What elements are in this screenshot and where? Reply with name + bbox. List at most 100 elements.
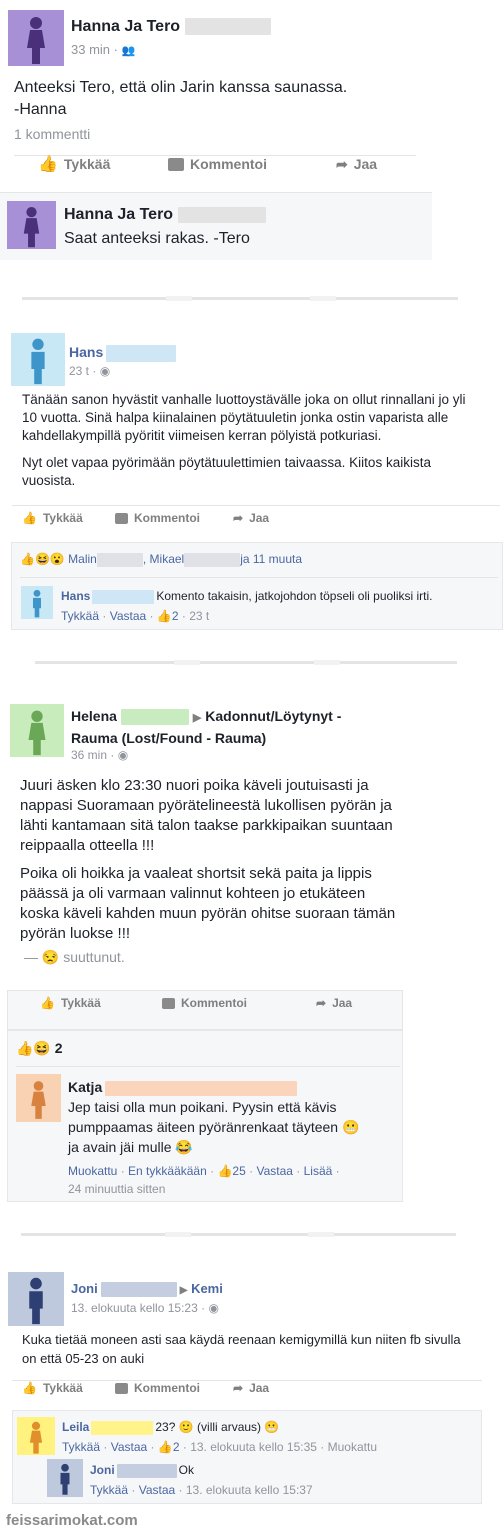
avatar[interactable] bbox=[8, 1272, 64, 1326]
avatar[interactable] bbox=[17, 1417, 55, 1455]
comment-icon bbox=[115, 512, 128, 524]
avatar[interactable] bbox=[8, 10, 64, 66]
comment-like-link[interactable]: Tykkää bbox=[90, 1483, 128, 1497]
comment-icon bbox=[168, 157, 184, 171]
comment-time[interactable]: 23 t bbox=[189, 609, 209, 623]
share-button[interactable]: ➦ Jaa bbox=[233, 511, 269, 525]
avatar[interactable] bbox=[16, 1074, 61, 1122]
author-name[interactable]: Joni ▶ Kemi bbox=[71, 1281, 223, 1298]
person-female-icon bbox=[27, 17, 45, 64]
comment-more-link[interactable]: Lisää bbox=[304, 1164, 333, 1178]
avatar[interactable] bbox=[11, 333, 65, 386]
person-male-icon bbox=[31, 338, 45, 385]
comment-button[interactable]: Kommentoi bbox=[115, 511, 200, 525]
comment-icon bbox=[162, 997, 175, 1009]
comment-author[interactable]: Katja bbox=[68, 1079, 102, 1095]
share-arrow-icon: ➦ bbox=[233, 1381, 244, 1395]
share-arrow-icon: ➦ bbox=[316, 996, 327, 1010]
post-text: Anteeksi Tero, että olin Jarin kanssa sa… bbox=[14, 79, 348, 118]
avatar[interactable] bbox=[10, 704, 64, 757]
comment-author[interactable]: Joni bbox=[90, 1463, 115, 1477]
comment-author: Hans bbox=[61, 589, 91, 603]
feeling: — 😒 suuttunut. bbox=[24, 949, 125, 965]
reply-body: Joni Ok bbox=[90, 1463, 195, 1478]
author-name[interactable]: Hans bbox=[69, 344, 177, 362]
angry-face-icon: 😒 bbox=[41, 949, 60, 965]
laughing-emoji: 😂 bbox=[175, 1139, 193, 1155]
globe-icon: ◉ bbox=[117, 748, 129, 762]
share-button[interactable]: ➦ Jaa bbox=[336, 156, 377, 173]
grin-emoji: 😬 bbox=[341, 1119, 360, 1135]
comment-count[interactable]: 1 kommentti bbox=[14, 126, 90, 142]
author-name[interactable]: Helena ▶ Kadonnut/Löytynyt - Rauma (Lost/… bbox=[71, 706, 361, 748]
like-button[interactable]: 👍 Tykkää bbox=[22, 1381, 83, 1395]
comment-reply-link[interactable]: Vastaa bbox=[139, 1483, 175, 1497]
comment-actions: Tykkää · Vastaa · 👍2 · 23 t bbox=[61, 609, 210, 623]
post-text: Tänään sanon hyvästit vanhalle luottoyst… bbox=[22, 392, 466, 488]
comment-body: Hans Komento takaisin, jatkojohdon töpsel… bbox=[61, 589, 433, 604]
person-male-icon bbox=[33, 589, 41, 618]
person-female-icon bbox=[29, 1421, 43, 1454]
share-arrow-icon: ➦ bbox=[336, 155, 348, 172]
like-button[interactable]: 👍 Tykkää bbox=[38, 154, 110, 174]
edited-label[interactable]: Muokattu bbox=[328, 1440, 377, 1454]
triangle-right-icon: ▶ bbox=[192, 712, 202, 724]
comment-time[interactable]: 24 minuuttia sitten bbox=[68, 1182, 165, 1196]
reply-text: Saat anteeksi rakas. -Tero bbox=[64, 230, 250, 247]
thumbs-up-icon: 👍 bbox=[40, 996, 55, 1010]
friends-icon: 👥 bbox=[121, 45, 136, 57]
comment-button[interactable]: Kommentoi bbox=[168, 156, 267, 172]
comment-button[interactable]: Kommentoi bbox=[115, 1381, 200, 1395]
place-name[interactable]: Kemi bbox=[191, 1281, 223, 1296]
comment-like-link[interactable]: Tykkää bbox=[62, 1440, 100, 1454]
comment-reply-link[interactable]: Vastaa bbox=[110, 609, 146, 623]
thumbs-up-icon: 👍 bbox=[217, 1164, 233, 1178]
avatar[interactable] bbox=[47, 1459, 83, 1497]
reactions-summary[interactable]: 👍😆😮 Malin, Mikael ja 11 muuta bbox=[20, 552, 302, 567]
person-male-icon bbox=[29, 1277, 43, 1325]
comment-time[interactable]: 13. elokuuta kello 15:35 bbox=[190, 1440, 317, 1454]
comment-reply-link[interactable]: Vastaa bbox=[111, 1440, 147, 1454]
post-time[interactable]: 23 t · ◉ bbox=[69, 364, 110, 378]
reply-author[interactable]: Hanna Ja Tero bbox=[64, 206, 266, 224]
reply-actions: Tykkää · Vastaa · 13. elokuuta kello 15:… bbox=[90, 1483, 313, 1497]
comment-button[interactable]: Kommentoi bbox=[162, 996, 247, 1010]
comment-like-link[interactable]: Tykkää bbox=[61, 609, 99, 623]
comment-body: Katja Jep taisi olla mun poikani. Pyysin… bbox=[68, 1079, 360, 1155]
smile-emoji: 🙂 bbox=[178, 1420, 194, 1434]
share-button[interactable]: ➦ Jaa bbox=[233, 1381, 269, 1395]
share-arrow-icon: ➦ bbox=[233, 511, 244, 525]
comment-author[interactable]: Leila bbox=[62, 1420, 89, 1434]
comment-actions: Tykkää · Vastaa · 👍2 · 13. elokuuta kell… bbox=[62, 1440, 377, 1454]
globe-icon: ◉ bbox=[208, 1301, 219, 1315]
avatar[interactable] bbox=[7, 201, 56, 249]
divider bbox=[35, 660, 457, 665]
avatar[interactable] bbox=[21, 586, 53, 619]
reaction-icons: 👍😆😮 bbox=[20, 552, 65, 566]
like-button[interactable]: 👍 Tykkää bbox=[40, 996, 101, 1010]
triangle-right-icon: ▶ bbox=[179, 1285, 188, 1296]
post-text: Kuka tietää moneen asti saa käydä reenaa… bbox=[22, 1332, 461, 1366]
comment-icon bbox=[115, 1382, 128, 1394]
comment-reply-link[interactable]: Vastaa bbox=[256, 1164, 292, 1178]
like-button[interactable]: 👍 Tykkää bbox=[22, 511, 83, 525]
comment-time[interactable]: 13. elokuuta kello 15:37 bbox=[186, 1483, 313, 1497]
comment-body: Leila 23? 🙂 (villi arvaus) 😬 bbox=[62, 1420, 280, 1435]
person-female-icon bbox=[31, 1081, 46, 1119]
thumbs-up-icon: 👍 bbox=[22, 1381, 37, 1395]
divider bbox=[21, 1232, 456, 1237]
post-time[interactable]: 13. elokuuta kello 15:23 · ◉ bbox=[71, 1301, 219, 1315]
post-time[interactable]: 33 min · 👥 bbox=[71, 42, 135, 57]
thumbs-up-icon: 👍 bbox=[38, 156, 58, 173]
post-text: Juuri äsken klo 23:30 nuori poika käveli… bbox=[20, 777, 396, 942]
watermark: feissarimokat.com bbox=[6, 1512, 138, 1529]
thumbs-up-icon: 👍 bbox=[157, 1440, 173, 1454]
comment-dislike-link[interactable]: En tykkääkään bbox=[128, 1164, 207, 1178]
share-button[interactable]: ➦ Jaa bbox=[316, 996, 352, 1010]
post-time[interactable]: 36 min · ◉ bbox=[71, 748, 128, 762]
reactions-summary[interactable]: 👍😆 2 bbox=[16, 1040, 63, 1057]
author-name[interactable]: Hanna Ja Tero bbox=[71, 18, 271, 36]
globe-icon: ◉ bbox=[99, 364, 111, 378]
edited-label[interactable]: Muokattu bbox=[68, 1164, 117, 1178]
reaction-icons: 👍😆 bbox=[16, 1040, 51, 1056]
